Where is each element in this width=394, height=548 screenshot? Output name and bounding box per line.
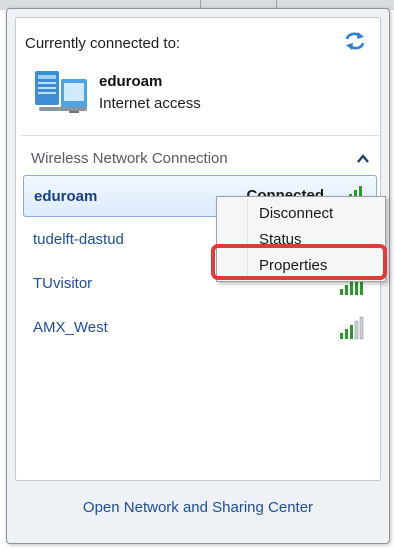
refresh-arrows-icon[interactable] (343, 29, 367, 53)
network-computer-icon (33, 67, 91, 117)
properties-highlight-annotation (211, 244, 387, 280)
chevron-up-icon[interactable] (357, 151, 369, 163)
open-network-sharing-center-link[interactable]: Open Network and Sharing Center (15, 499, 381, 516)
network-name: TUvisitor (33, 275, 93, 292)
section-divider (21, 135, 379, 136)
menu-item-disconnect[interactable]: Disconnect (219, 201, 383, 227)
signal-strength-icon (339, 315, 365, 341)
wireless-section-header[interactable]: Wireless Network Connection (21, 137, 379, 177)
current-network-name: eduroam (99, 73, 163, 90)
network-name: AMX_West (33, 319, 108, 336)
network-row-amx-west[interactable]: AMX_West (23, 307, 377, 349)
network-name: tudelft-dastud (33, 231, 124, 248)
connected-to-label: Currently connected to: (25, 35, 181, 52)
section-title: Wireless Network Connection (31, 150, 228, 167)
network-name: eduroam (34, 188, 98, 205)
menu-item-label: Disconnect (259, 205, 334, 222)
current-network-status: Internet access (99, 95, 201, 112)
